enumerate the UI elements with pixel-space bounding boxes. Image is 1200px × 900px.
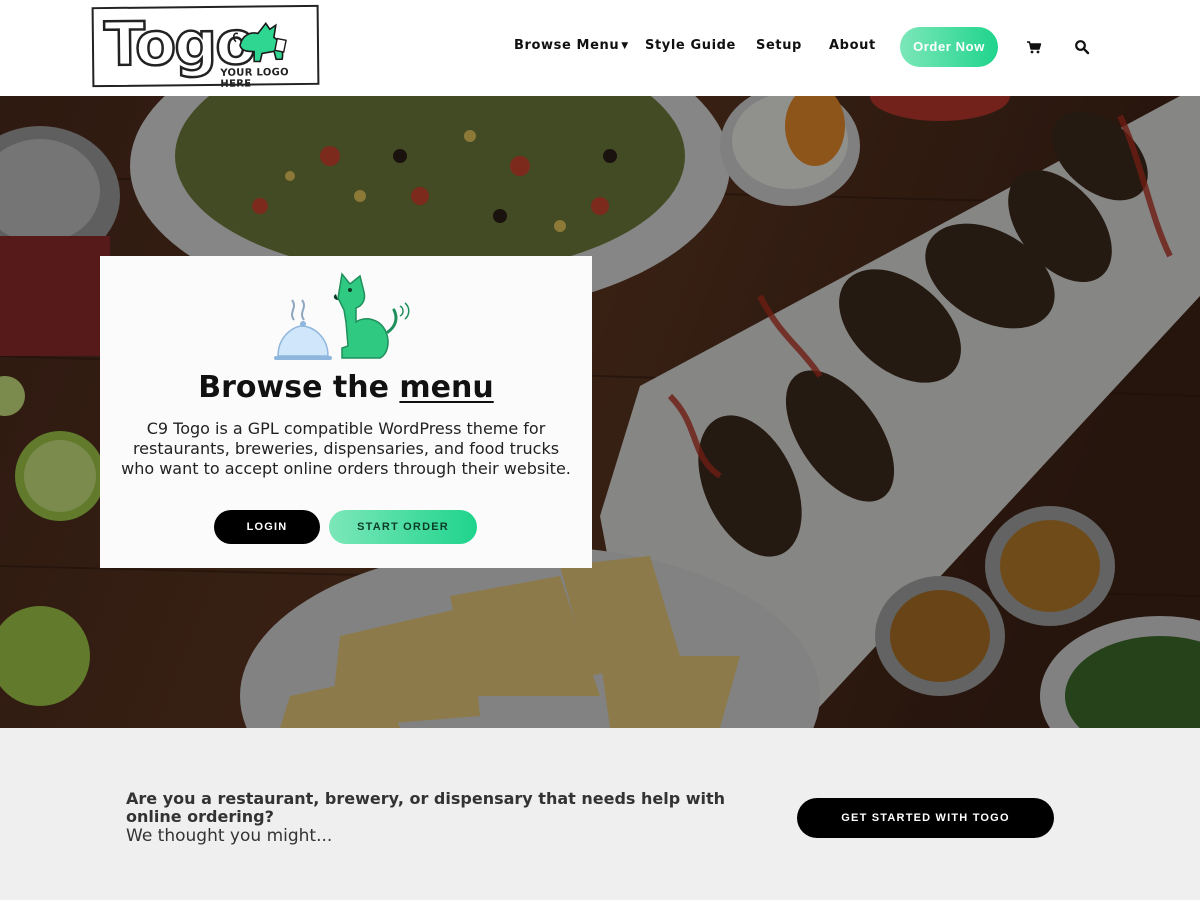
- nav-style-guide[interactable]: Style Guide: [645, 27, 736, 67]
- nav-setup[interactable]: Setup: [756, 27, 802, 67]
- nav-about[interactable]: About: [829, 27, 876, 67]
- start-order-button[interactable]: START ORDER: [329, 510, 477, 544]
- dog-with-cloche-icon: [274, 272, 410, 360]
- nav-browse-menu[interactable]: Browse Menu ▼: [514, 27, 629, 67]
- cta-band: Are you a restaurant, brewery, or dispen…: [0, 728, 1200, 900]
- logo-tagline: YOUR LOGO HERE: [220, 67, 289, 90]
- main-nav: Browse Menu ▼ Style Guide Setup About Ord…: [0, 27, 1200, 67]
- cta-headline: Are you a restaurant, brewery, or dispen…: [126, 789, 726, 826]
- browse-menu-card: Browse the menu C9 Togo is a GPL compati…: [100, 256, 592, 568]
- hero-description: C9 Togo is a GPL compatible WordPress th…: [121, 419, 571, 478]
- hero-title: Browse the menu: [100, 370, 592, 405]
- hero-title-prefix: Browse the: [198, 370, 389, 405]
- caret-down-icon: ▼: [621, 41, 629, 51]
- hero-section: Browse the menu C9 Togo is a GPL compati…: [0, 96, 1200, 728]
- hero-menu-link[interactable]: menu: [399, 370, 493, 405]
- login-button[interactable]: LOGIN: [214, 510, 320, 544]
- cart-icon[interactable]: [1026, 39, 1042, 55]
- cta-subtext: We thought you might...: [126, 826, 333, 846]
- search-icon[interactable]: [1074, 39, 1090, 55]
- order-now-button[interactable]: Order Now: [900, 27, 998, 67]
- nav-browse-menu-label: Browse Menu: [514, 38, 620, 53]
- get-started-button[interactable]: GET STARTED WITH TOGO: [797, 798, 1054, 838]
- site-header: Togo YOUR LOGO HERE Browse Menu ▼ Style G…: [0, 0, 1200, 96]
